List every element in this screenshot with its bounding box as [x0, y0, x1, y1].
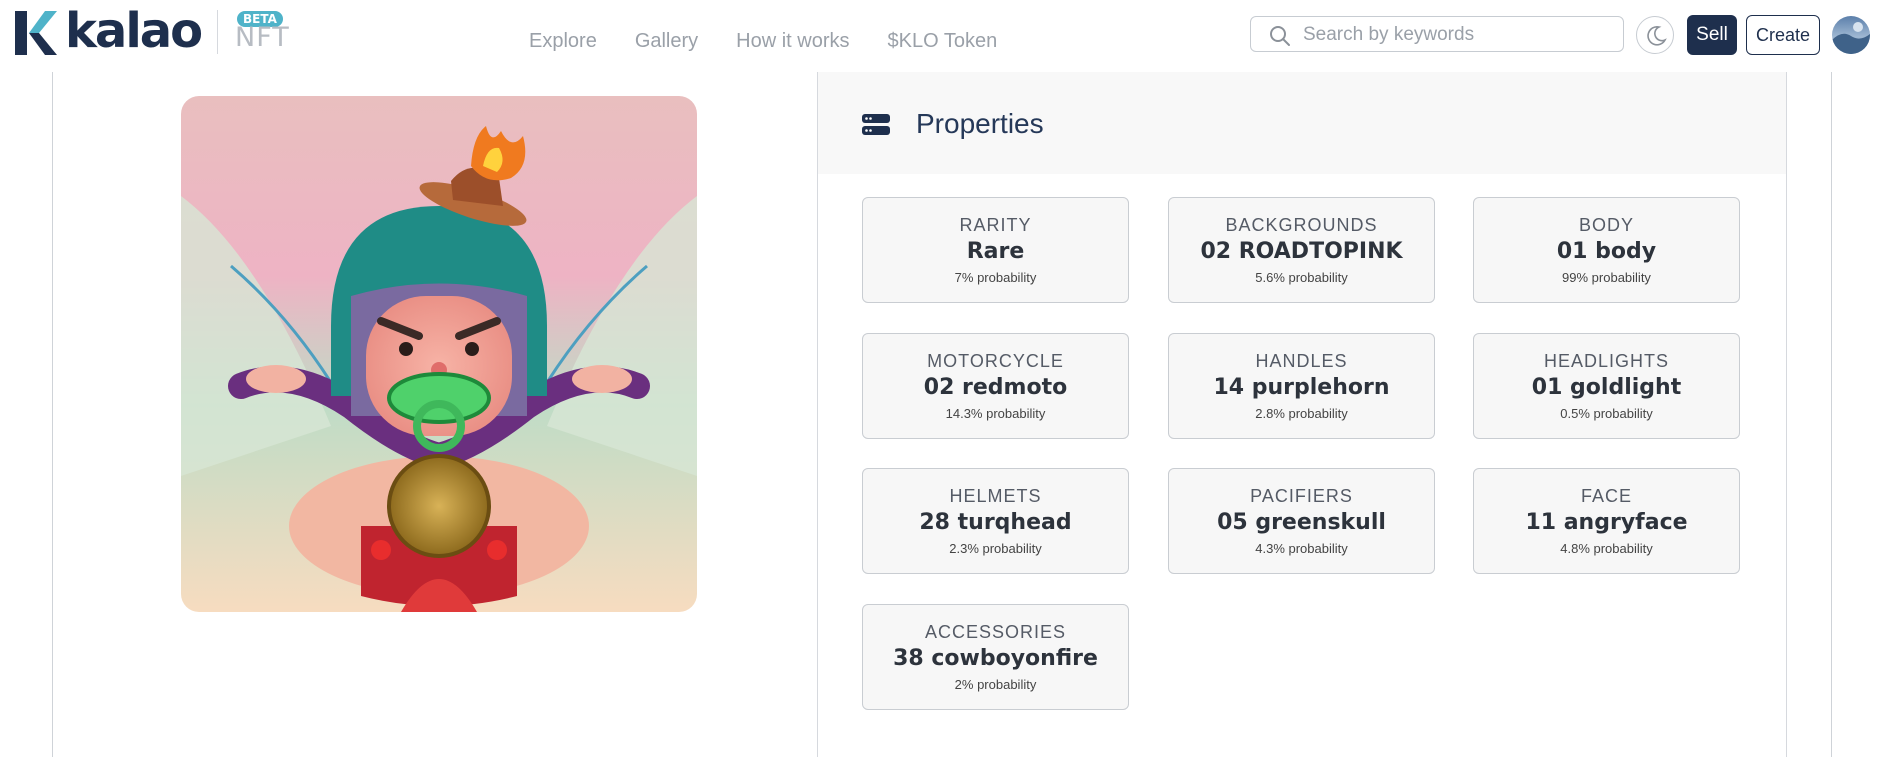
property-probability: 2.3% probability — [949, 541, 1042, 556]
properties-panel: Properties RARITY Rare 7% probability BA… — [817, 72, 1787, 757]
nav-klo-token[interactable]: $KLO Token — [888, 30, 998, 53]
search-input[interactable] — [1301, 21, 1605, 49]
content-border-left — [52, 72, 53, 757]
property-probability: 2.8% probability — [1255, 406, 1348, 421]
kalao-logo-icon — [15, 11, 57, 55]
moon-icon — [1647, 26, 1667, 46]
property-probability: 99% probability — [1562, 270, 1651, 285]
property-card-accessories[interactable]: ACCESSORIES 38 cowboyonfire 2% probabili… — [862, 604, 1129, 710]
content-border-right — [1831, 72, 1832, 757]
property-type: PACIFIERS — [1250, 486, 1353, 506]
property-value: 01 body — [1556, 239, 1657, 264]
logo-wordmark: kalao — [65, 3, 203, 59]
property-type: BACKGROUNDS — [1225, 215, 1378, 235]
property-type: HANDLES — [1255, 351, 1348, 371]
theme-toggle-button[interactable] — [1636, 16, 1674, 54]
properties-title: Properties — [916, 108, 1044, 139]
server-icon — [862, 114, 890, 135]
property-probability: 5.6% probability — [1255, 270, 1348, 285]
sell-button[interactable]: Sell — [1687, 15, 1737, 55]
create-button[interactable]: Create — [1746, 15, 1820, 55]
property-probability: 14.3% probability — [945, 406, 1046, 421]
nav-how-it-works[interactable]: How it works — [736, 30, 849, 53]
property-card-pacifiers[interactable]: PACIFIERS 05 greenskull 4.3% probability — [1168, 468, 1435, 574]
nav-explore[interactable]: Explore — [529, 30, 597, 53]
property-card-helmets[interactable]: HELMETS 28 turqhead 2.3% probability — [862, 468, 1129, 574]
property-value: 14 purplehorn — [1213, 375, 1390, 400]
property-probability: 4.3% probability — [1255, 541, 1348, 556]
property-value: 38 cowboyonfire — [893, 646, 1098, 671]
property-card-backgrounds[interactable]: BACKGROUNDS 02 ROADTOPINK 5.6% probabili… — [1168, 197, 1435, 303]
property-type: RARITY — [959, 215, 1032, 235]
property-value: 05 greenskull — [1217, 510, 1386, 535]
search-icon — [1270, 26, 1290, 46]
nav-gallery[interactable]: Gallery — [635, 30, 698, 53]
property-type: MOTORCYCLE — [927, 351, 1064, 371]
property-type: FACE — [1580, 486, 1632, 506]
property-value: 01 goldlight — [1531, 375, 1682, 400]
property-value: 02 redmoto — [923, 375, 1068, 400]
property-card-motorcycle[interactable]: MOTORCYCLE 02 redmoto 14.3% probability — [862, 333, 1129, 439]
property-card-handles[interactable]: HANDLES 14 purplehorn 2.8% probability — [1168, 333, 1435, 439]
property-type: HELMETS — [949, 486, 1042, 506]
nft-label: NFT — [235, 22, 290, 53]
nft-artwork-illustration — [181, 96, 697, 612]
kalao-logo[interactable]: kalao — [11, 3, 203, 59]
property-probability: 4.8% probability — [1560, 541, 1653, 556]
property-value: 28 turqhead — [919, 510, 1072, 535]
property-card-headlights[interactable]: HEADLIGHTS 01 goldlight 0.5% probability — [1473, 333, 1740, 439]
properties-header[interactable]: Properties — [818, 72, 1786, 174]
main-nav: Explore Gallery How it works $KLO Token — [529, 30, 1035, 53]
logo-divider — [217, 10, 218, 54]
avatar-image — [1832, 22, 1870, 54]
property-type: BODY — [1578, 215, 1634, 235]
search-box[interactable] — [1250, 16, 1624, 52]
nft-artwork[interactable] — [181, 96, 697, 612]
top-navbar: kalao BETA NFT Explore Gallery How it wo… — [0, 0, 1880, 72]
property-value: Rare — [966, 239, 1025, 264]
property-card-body[interactable]: BODY 01 body 99% probability — [1473, 197, 1740, 303]
property-type: HEADLIGHTS — [1543, 351, 1670, 371]
property-value: 11 angryface — [1525, 510, 1688, 535]
property-type: ACCESSORIES — [924, 622, 1067, 642]
property-probability: 0.5% probability — [1560, 406, 1653, 421]
property-value: 02 ROADTOPINK — [1200, 239, 1403, 264]
avatar[interactable] — [1832, 16, 1870, 54]
property-card-rarity[interactable]: RARITY Rare 7% probability — [862, 197, 1129, 303]
property-card-face[interactable]: FACE 11 angryface 4.8% probability — [1473, 468, 1740, 574]
property-probability: 7% probability — [954, 270, 1037, 285]
property-probability: 2% probability — [954, 677, 1037, 692]
